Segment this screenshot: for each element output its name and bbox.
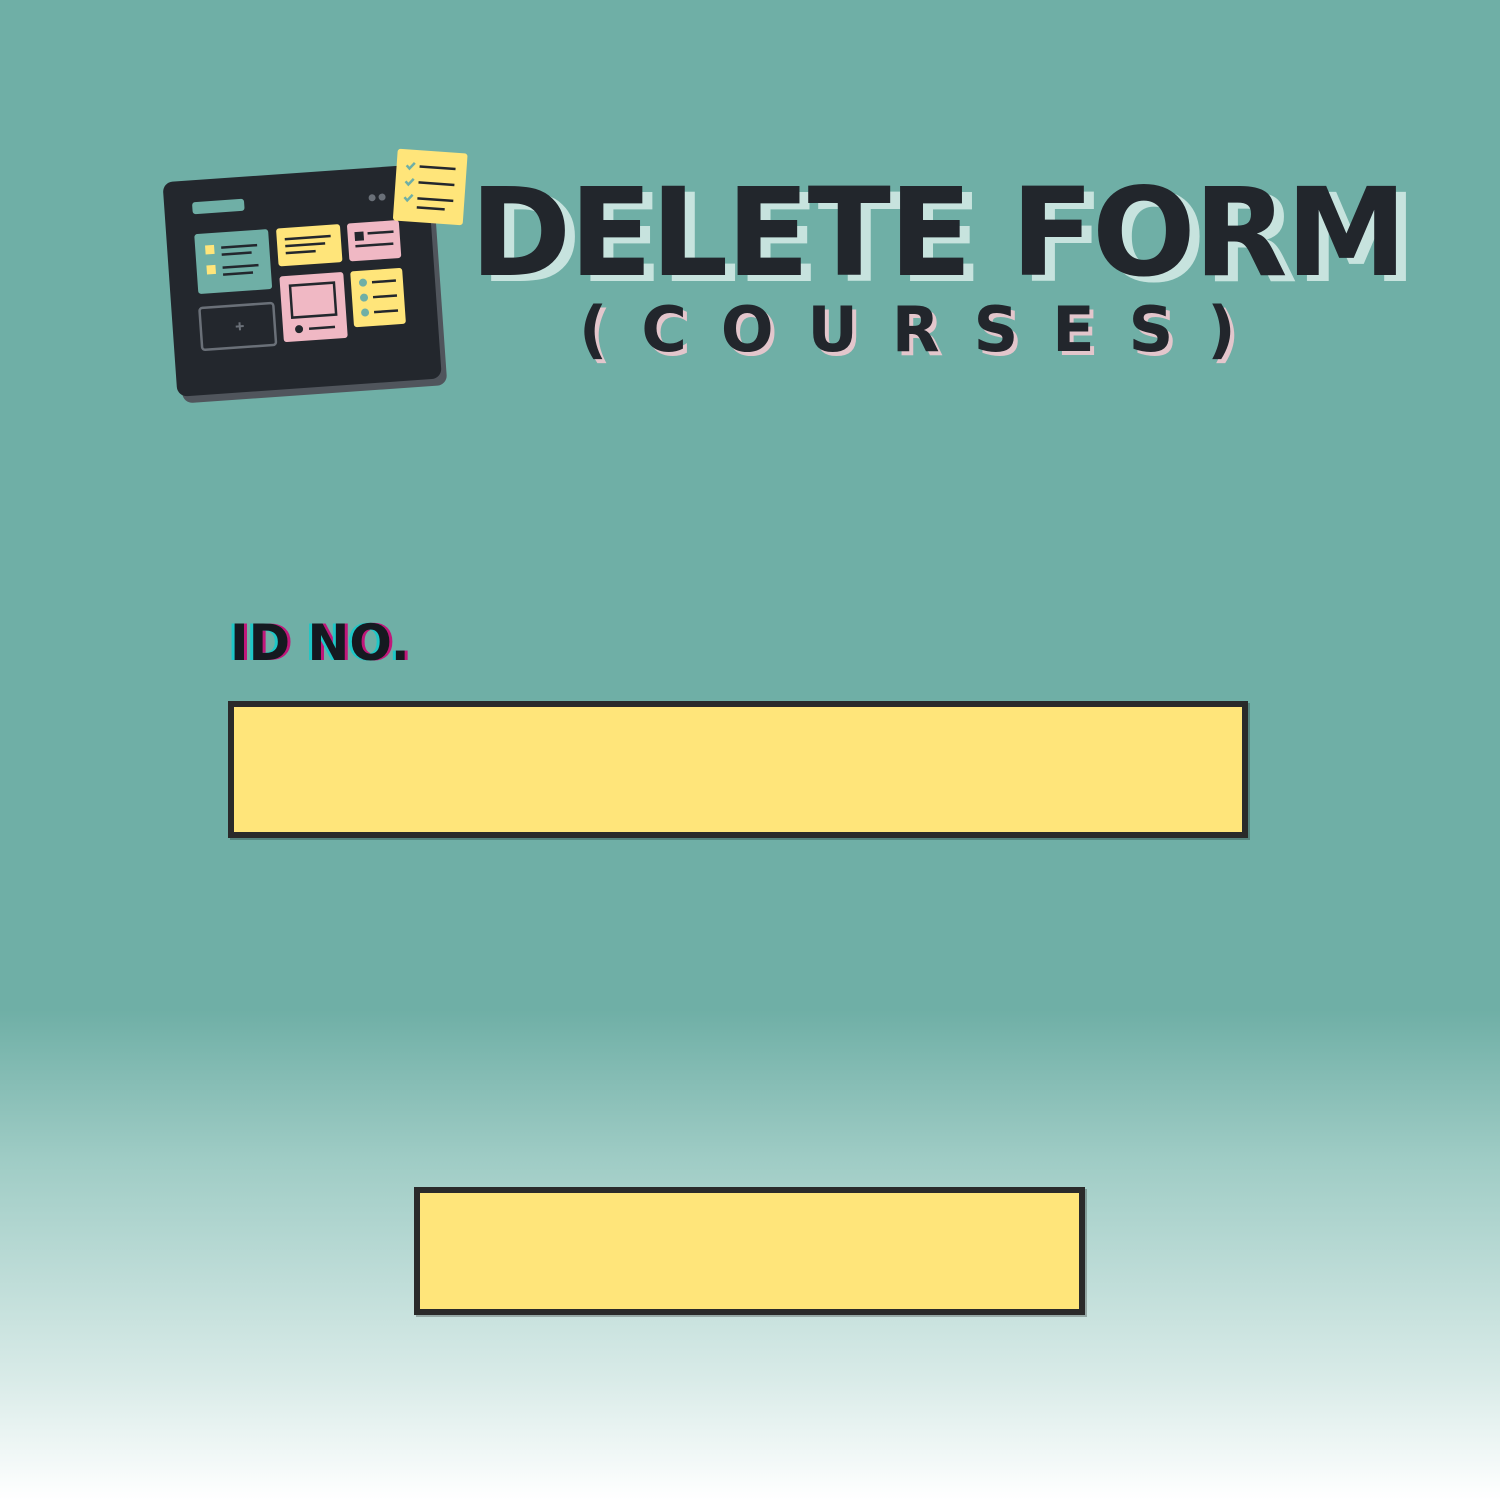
- delete-form-page: DELETE FORM (COURSES) ID NO.: [0, 0, 1500, 1500]
- delete-submit-button[interactable]: [414, 1187, 1085, 1315]
- id-field-label: ID NO.: [230, 614, 410, 672]
- page-subtitle: (COURSES): [579, 293, 1270, 366]
- kanban-board-icon: [163, 148, 468, 403]
- id-input[interactable]: [228, 701, 1248, 838]
- page-title: DELETE FORM: [470, 162, 1407, 304]
